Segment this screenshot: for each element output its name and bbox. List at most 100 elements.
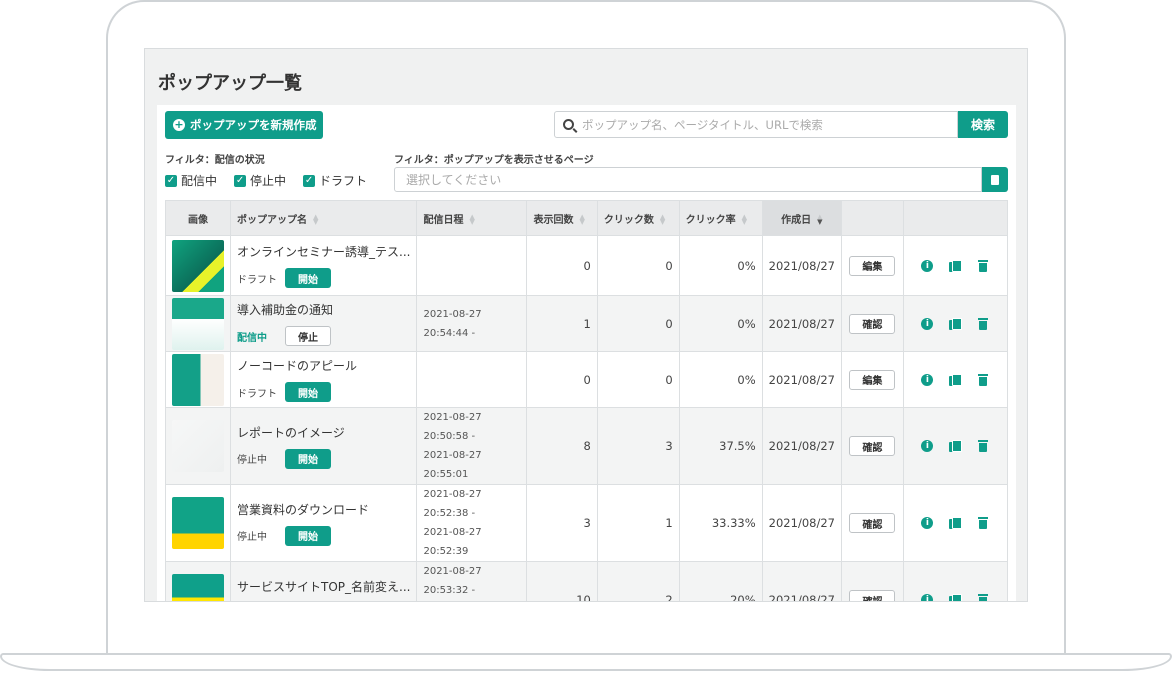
schedule-start: 2021-08-27 20:52:38 - xyxy=(423,489,482,519)
toggle-status-button[interactable]: 開始 xyxy=(285,268,331,288)
popup-name[interactable]: オンラインセミナー誘導_テス... xyxy=(237,243,410,260)
ctr-cell: 33.33% xyxy=(678,484,763,562)
popup-thumbnail[interactable] xyxy=(172,297,224,350)
actions-cell: i xyxy=(902,484,1009,562)
trash-icon[interactable] xyxy=(977,517,989,529)
table-row[interactable]: 導入補助金の通知 配信中 停止 2021-08-27 20:54:44 - 1 0 0% 20… xyxy=(165,295,1009,352)
copy-icon[interactable] xyxy=(949,440,963,452)
filter-stopped-checkbox[interactable]: ✓ 停止中 xyxy=(234,172,286,189)
actions-cell: i xyxy=(902,295,1009,352)
col-header-created[interactable]: 作成日 ▲ ▼ xyxy=(761,200,842,236)
actions-cell: i xyxy=(902,235,1009,296)
copy-icon[interactable] xyxy=(949,259,963,272)
schedule-cell xyxy=(416,235,528,296)
sort-icon: ▲ ▼ xyxy=(313,212,319,226)
actions-cell: i xyxy=(902,561,1009,601)
info-icon[interactable]: i xyxy=(921,317,934,330)
col-header-name[interactable]: ポップアップ名 ▲ ▼ xyxy=(229,200,418,236)
popup-name[interactable]: 営業資料のダウンロード xyxy=(237,501,410,518)
laptop-base xyxy=(0,653,1172,671)
search-placeholder: ポップアップ名、ページタイトル、URLで検索 xyxy=(582,117,823,132)
copy-icon[interactable] xyxy=(949,517,963,529)
main-panel: + ポップアップを新規作成 ポップアップ名、ページタイトル、URLで検索 検索 … xyxy=(157,105,1016,601)
edit-button[interactable]: 確認 xyxy=(849,513,896,533)
views-cell: 8 xyxy=(526,407,598,485)
trash-icon[interactable] xyxy=(977,317,989,330)
name-cell: 営業資料のダウンロード 停止中 開始 xyxy=(229,484,418,562)
name-cell: オンラインセミナー誘導_テス... ドラフト 開始 xyxy=(229,235,418,296)
search-button[interactable]: 検索 xyxy=(958,111,1008,138)
popup-name[interactable]: サービスサイトTOP_名前変え... xyxy=(237,578,410,595)
toggle-status-button[interactable]: 停止 xyxy=(285,326,331,346)
col-header-clicks[interactable]: クリック数 ▲ ▼ xyxy=(596,200,680,236)
toggle-status-button[interactable]: 開始 xyxy=(285,382,331,402)
thumbnail-cell xyxy=(165,235,231,296)
new-popup-button[interactable]: + ポップアップを新規作成 xyxy=(165,111,323,139)
check-icon: ✓ xyxy=(303,174,316,187)
check-icon: ✓ xyxy=(234,174,247,187)
popup-thumbnail[interactable] xyxy=(172,239,224,292)
popup-name[interactable]: レポートのイメージ xyxy=(237,424,410,441)
edit-button[interactable]: 確認 xyxy=(849,436,896,456)
toggle-status-button[interactable]: 開始 xyxy=(285,448,331,469)
popup-thumbnail[interactable] xyxy=(172,574,224,601)
info-icon[interactable]: i xyxy=(921,517,934,529)
clicks-cell: 3 xyxy=(596,407,680,485)
page-filter-select[interactable]: 選択してください xyxy=(394,167,982,192)
schedule-start: 2021-08-27 20:54:44 - xyxy=(423,308,482,339)
edit-button[interactable]: 確認 xyxy=(849,313,896,334)
edit-cell: 確認 xyxy=(840,561,904,601)
search-input[interactable]: ポップアップ名、ページタイトル、URLで検索 xyxy=(554,111,958,138)
copy-icon[interactable] xyxy=(949,373,963,386)
info-icon[interactable]: i xyxy=(921,440,934,452)
edit-button[interactable]: 確認 xyxy=(849,590,896,601)
popup-thumbnail[interactable] xyxy=(172,353,224,406)
table-row[interactable]: ノーコードのアピール ドラフト 開始 0 0 0% 2021/08/27 編集 i xyxy=(165,351,1009,408)
trash-icon[interactable] xyxy=(977,594,989,601)
popup-name[interactable]: ノーコードのアピール xyxy=(237,357,410,374)
col-header-views[interactable]: 表示回数 ▲ ▼ xyxy=(526,200,598,236)
col-header-schedule[interactable]: 配信日程 ▲ ▼ xyxy=(416,200,528,236)
ctr-cell: 20% xyxy=(678,561,763,601)
popup-thumbnail[interactable] xyxy=(172,420,224,472)
filter-stopped-label: 停止中 xyxy=(250,174,287,188)
copy-icon[interactable] xyxy=(949,594,963,601)
created-cell: 2021/08/27 xyxy=(761,295,842,352)
edit-button[interactable]: 編集 xyxy=(849,369,896,390)
edit-button[interactable]: 編集 xyxy=(849,255,896,276)
popup-thumbnail[interactable] xyxy=(172,497,224,549)
thumbnail-cell xyxy=(165,561,231,601)
page-filter-label: フィルタ：ポップアップを表示させるページ xyxy=(394,155,594,166)
created-cell: 2021/08/27 xyxy=(761,407,842,485)
table-row[interactable]: レポートのイメージ 停止中 開始 2021-08-27 20:50:58 -2021-… xyxy=(165,407,1009,485)
info-icon[interactable]: i xyxy=(921,594,934,601)
filter-draft-checkbox[interactable]: ✓ ドラフト xyxy=(303,172,367,189)
trash-icon[interactable] xyxy=(977,440,989,452)
views-cell: 10 xyxy=(526,561,598,601)
info-icon[interactable]: i xyxy=(921,373,934,386)
ctr-cell: 0% xyxy=(678,351,763,408)
table-row[interactable]: サービスサイトTOP_名前変え...停止中開始2021-08-27 20:53:… xyxy=(165,561,1009,601)
info-icon[interactable]: i xyxy=(921,259,934,272)
popup-name[interactable]: 導入補助金の通知 xyxy=(237,301,410,318)
copy-icon[interactable] xyxy=(949,317,963,330)
col-header-ctr[interactable]: クリック率 ▲ ▼ xyxy=(678,200,763,236)
page-picker-button[interactable] xyxy=(982,167,1008,192)
clicks-cell: 0 xyxy=(596,295,680,352)
name-cell: サービスサイトTOP_名前変え...停止中開始 xyxy=(229,561,418,601)
trash-icon[interactable] xyxy=(977,259,989,272)
table-row[interactable]: 営業資料のダウンロード 停止中 開始 2021-08-27 20:52:38 -202… xyxy=(165,484,1009,562)
edit-cell: 編集 xyxy=(840,235,904,296)
created-cell: 2021/08/27 xyxy=(761,351,842,408)
table-row[interactable]: オンラインセミナー誘導_テス... ドラフト 開始 0 0 0% 2021/08/27 編集 i xyxy=(165,235,1009,296)
status-filter-group: ✓ 配信中 ✓ 停止中 ✓ ドラフト xyxy=(165,172,384,189)
document-icon xyxy=(991,174,999,185)
ctr-cell: 37.5% xyxy=(678,407,763,485)
trash-icon[interactable] xyxy=(977,373,989,386)
clicks-cell: 0 xyxy=(596,351,680,408)
clicks-cell: 2 xyxy=(596,561,680,601)
filter-draft-label: ドラフト xyxy=(319,174,368,188)
actions-cell: i xyxy=(902,351,1009,408)
filter-live-checkbox[interactable]: ✓ 配信中 xyxy=(165,172,217,189)
toggle-status-button[interactable]: 開始 xyxy=(285,525,331,546)
